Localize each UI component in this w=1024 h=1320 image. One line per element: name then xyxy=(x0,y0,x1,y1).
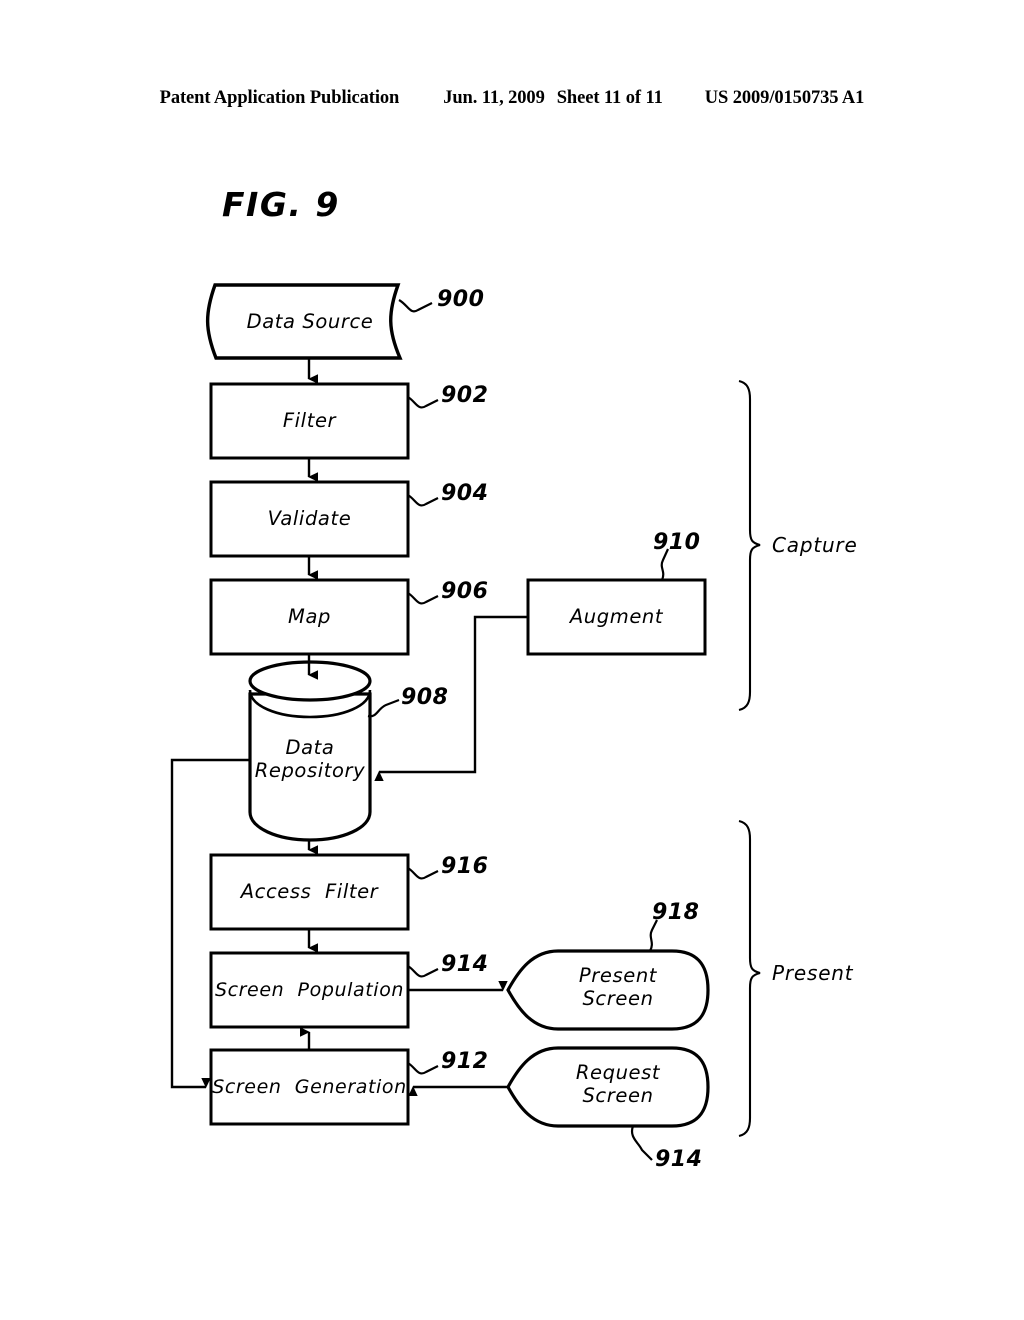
node-validate-shape xyxy=(209,480,410,558)
node-request-screen-shape xyxy=(506,1046,710,1128)
ref-number-904: 904 xyxy=(441,481,489,506)
leader-914-request xyxy=(630,1125,653,1161)
ref-number-902: 902 xyxy=(441,383,489,408)
reference-leader-lines xyxy=(367,299,670,1161)
ref-number-900: 900 xyxy=(437,287,485,312)
ref-number-916: 916 xyxy=(441,854,489,879)
node-screen-generation-shape xyxy=(209,1048,410,1126)
ref-number-912: 912 xyxy=(441,1049,489,1074)
brace-capture xyxy=(738,379,761,712)
leader-908 xyxy=(367,698,400,718)
ref-number-914-request-screen: 914 xyxy=(655,1147,703,1172)
ref-number-910: 910 xyxy=(653,530,701,555)
ref-number-914-screen-population: 914 xyxy=(441,952,489,977)
node-data-repository-shape xyxy=(248,660,372,842)
group-braces xyxy=(738,379,761,1138)
flowchart-diagram xyxy=(170,283,761,1161)
leader-906 xyxy=(407,592,439,605)
ref-number-918: 918 xyxy=(652,900,700,925)
node-filter-shape xyxy=(209,382,410,460)
node-access-filter-shape xyxy=(209,853,410,931)
leader-904 xyxy=(407,494,439,507)
leader-914-pop xyxy=(407,965,439,978)
group-label-capture: Capture xyxy=(772,533,858,557)
ref-number-908: 908 xyxy=(401,685,449,710)
node-augment-shape xyxy=(526,578,707,656)
leader-900 xyxy=(398,299,433,313)
node-data-source-shape xyxy=(205,283,403,360)
patent-page: Patent Application Publication Jun. 11, … xyxy=(0,0,1024,1320)
brace-present xyxy=(738,819,761,1138)
ref-number-906: 906 xyxy=(441,579,489,604)
node-screen-population-shape xyxy=(209,951,410,1029)
leader-912 xyxy=(407,1062,439,1075)
leader-902 xyxy=(407,396,439,409)
group-label-present: Present xyxy=(772,961,854,985)
node-present-screen-shape xyxy=(506,949,710,1031)
node-map-shape xyxy=(209,578,410,656)
leader-916 xyxy=(407,867,439,880)
